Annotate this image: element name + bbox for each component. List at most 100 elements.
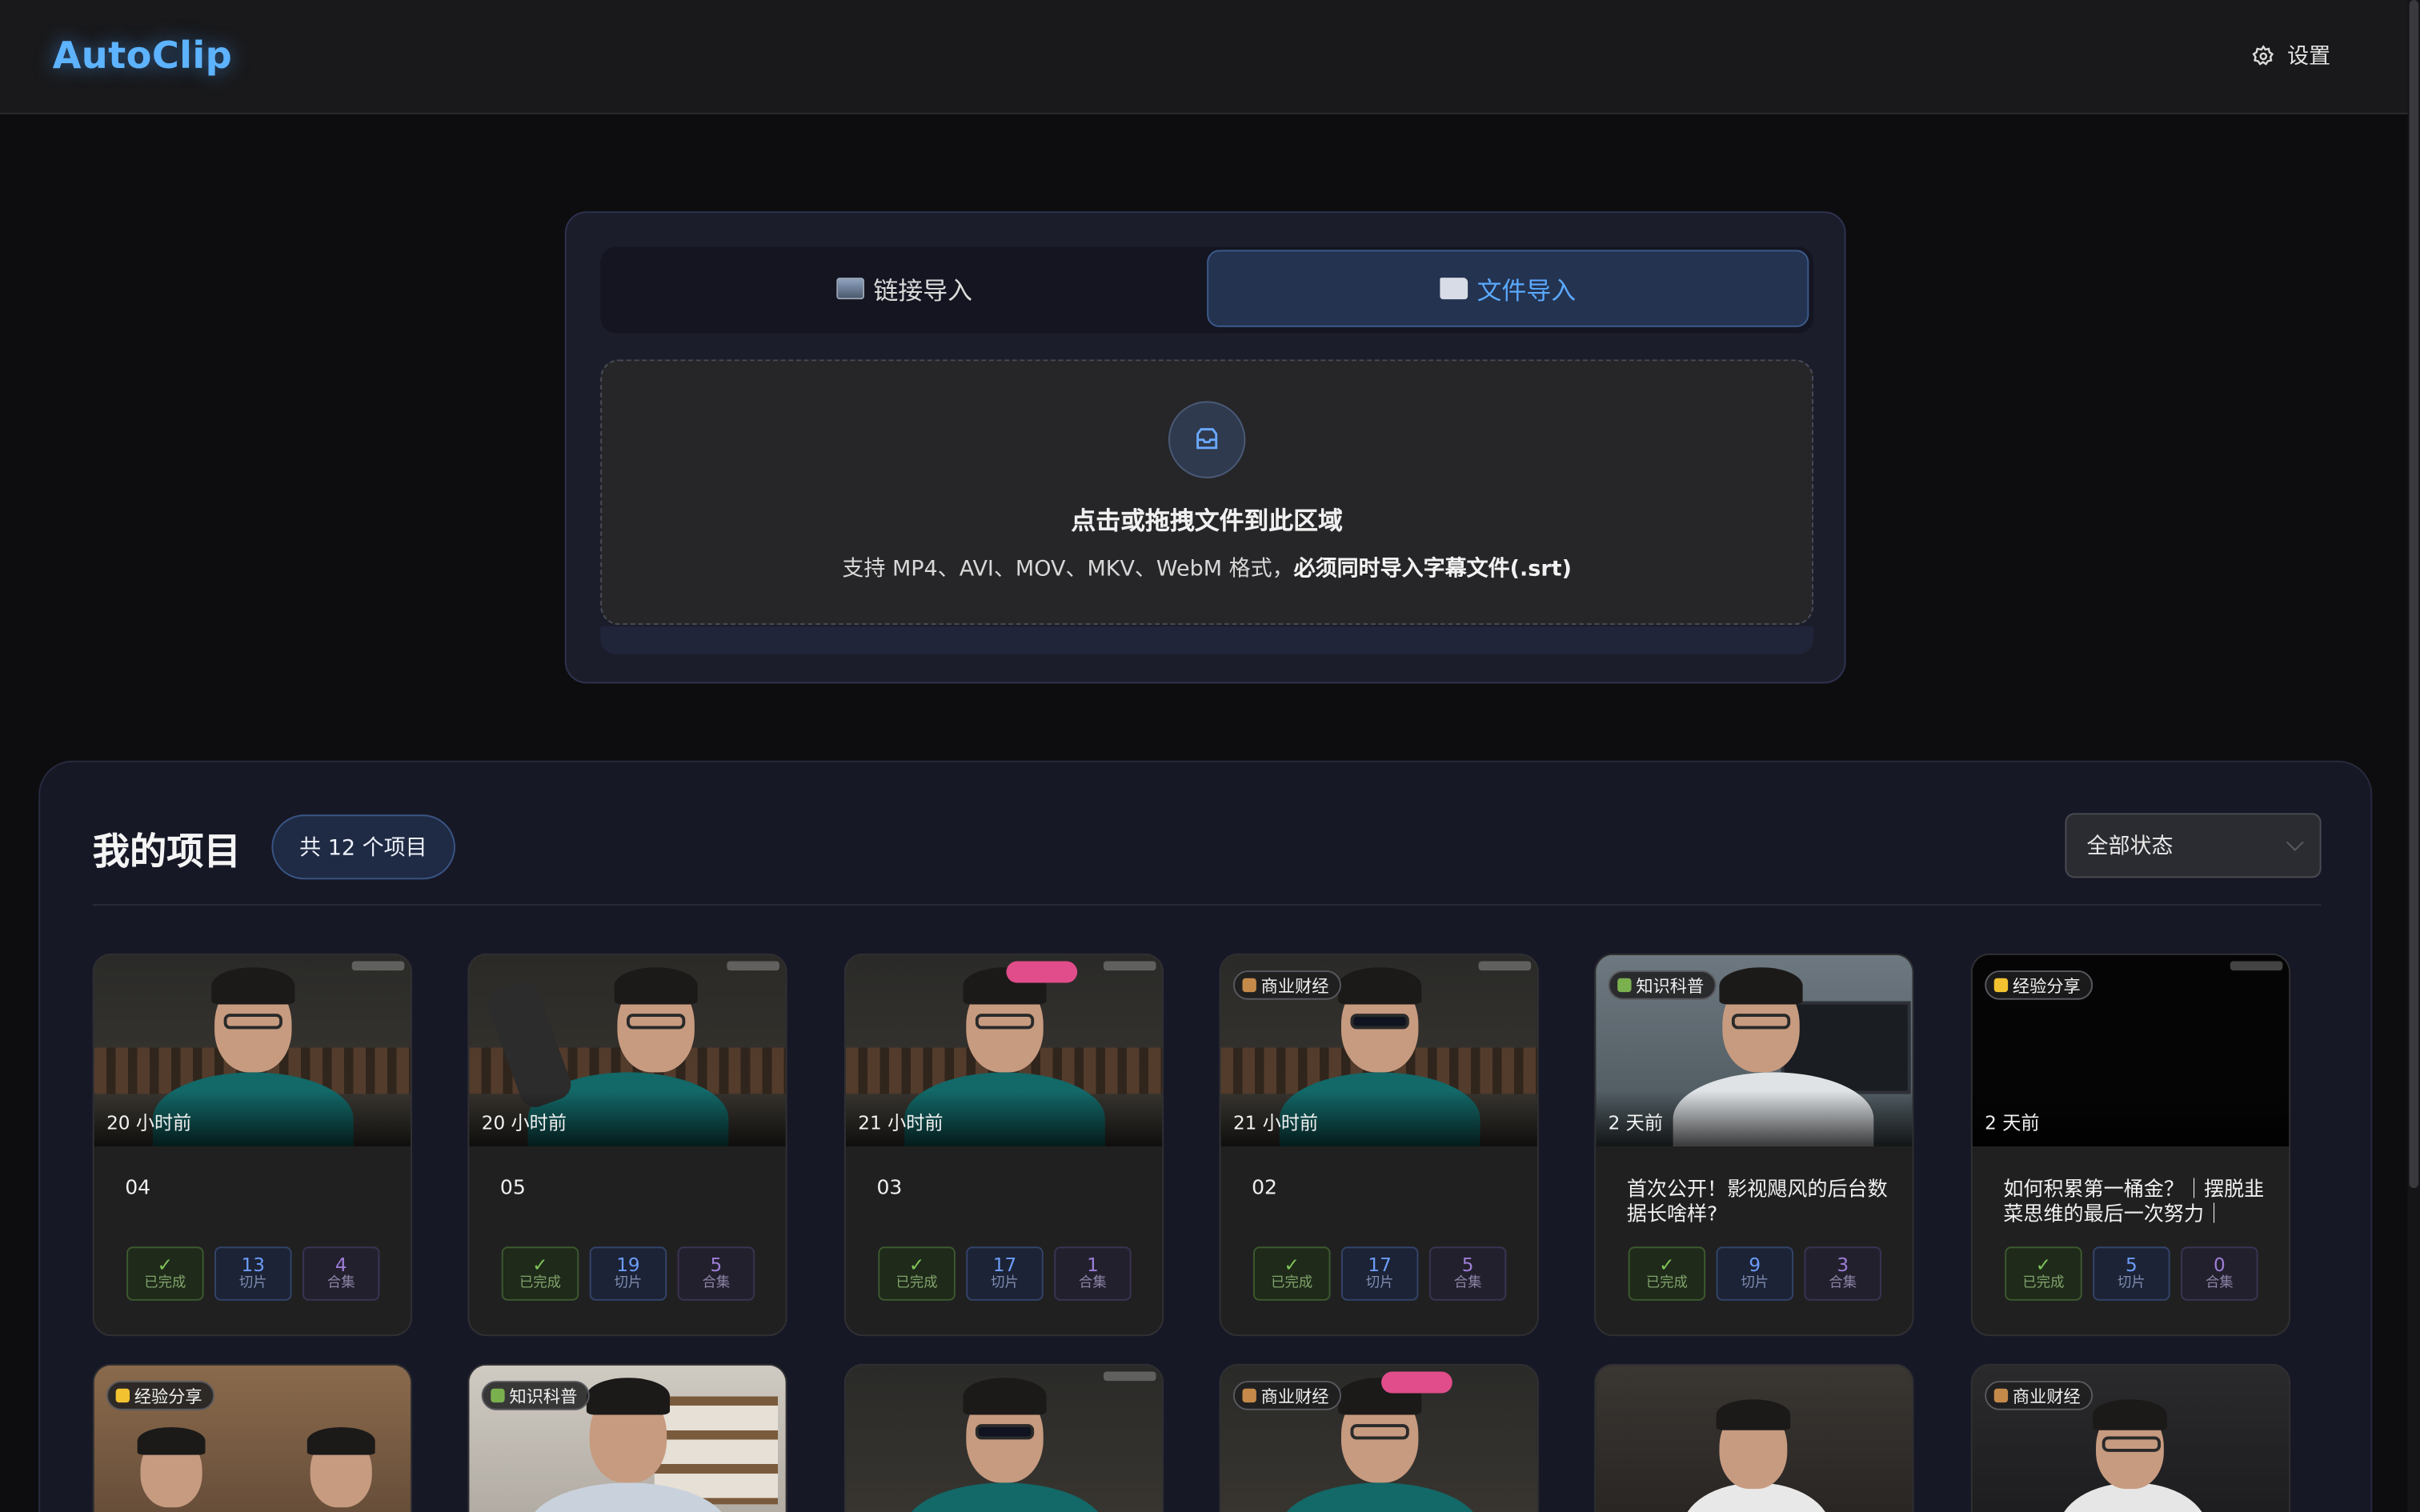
project-card[interactable] xyxy=(1594,1363,1914,1512)
star-icon xyxy=(1993,978,2009,993)
category-tag-label: 商业财经 xyxy=(2012,1386,2081,1406)
project-stats: ✓ 已完成 9 切片 3 合集 xyxy=(1628,1246,1881,1301)
project-card[interactable]: 知识科普 xyxy=(467,1363,787,1512)
category-tag: 商业财经 xyxy=(1232,1381,1341,1410)
category-tag: 经验分享 xyxy=(1985,970,2093,1000)
project-time: 20 小时前 xyxy=(481,1112,567,1134)
category-tag: 经验分享 xyxy=(106,1381,215,1410)
project-card[interactable]: 经验分享 2 天前 如何积累第一桶金？｜摆脱韭菜思维的最后一次努力｜ ✓ 已完成 … xyxy=(1970,953,2291,1337)
category-tag-label: 知识科普 xyxy=(509,1386,578,1406)
projects-section: 我的项目 共 12 个项目 全部状态 20 小时前 04 ✓ 已完成 13 切片 4… xyxy=(38,760,2373,1512)
collections-count-badge: 0 合集 xyxy=(2181,1246,2258,1301)
collections-label: 合集 xyxy=(2205,1274,2234,1291)
check-icon: ✓ xyxy=(1659,1253,1675,1275)
project-time: 21 小时前 xyxy=(1232,1112,1319,1134)
project-thumbnail xyxy=(845,1365,1163,1512)
project-card[interactable]: 经验分享 xyxy=(92,1363,412,1512)
scrollbar-thumb[interactable] xyxy=(2409,0,2419,1189)
page-scrollbar[interactable] xyxy=(2407,0,2420,1512)
project-title: 05 xyxy=(499,1177,526,1201)
books-icon xyxy=(491,1388,505,1403)
status-label: 已完成 xyxy=(144,1274,186,1291)
collections-count: 0 xyxy=(2213,1253,2226,1275)
project-stats: ✓ 已完成 17 切片 1 合集 xyxy=(878,1246,1132,1301)
project-card[interactable]: 20 小时前 04 ✓ 已完成 13 切片 4 合集 xyxy=(92,953,412,1337)
clips-count-badge: 5 切片 xyxy=(2093,1246,2170,1301)
status-done-badge: ✓ 已完成 xyxy=(501,1246,579,1301)
chevron-down-icon xyxy=(2286,834,2304,851)
clips-count-badge: 19 切片 xyxy=(589,1246,667,1301)
clips-label: 切片 xyxy=(1741,1274,1769,1291)
category-tag: 商业财经 xyxy=(1985,1381,2093,1410)
status-done-badge: ✓ 已完成 xyxy=(126,1246,204,1301)
television-icon xyxy=(836,278,864,300)
tab-file-import[interactable]: 文件导入 xyxy=(1207,250,1809,327)
tab-link-import[interactable]: 链接导入 xyxy=(603,250,1205,326)
dropzone-title: 点击或拖拽文件到此区域 xyxy=(1071,506,1343,536)
status-done-badge: ✓ 已完成 xyxy=(2005,1246,2082,1301)
project-card[interactable]: 商业财经 xyxy=(1219,1363,1539,1512)
status-done-badge: ✓ 已完成 xyxy=(1253,1246,1331,1301)
project-card[interactable]: 商业财经 21 小时前 02 ✓ 已完成 17 切片 5 合集 xyxy=(1219,953,1539,1337)
project-thumbnail: 商业财经 xyxy=(1220,1365,1537,1512)
collections-count: 3 xyxy=(1837,1253,1849,1275)
tab-file-import-label: 文件导入 xyxy=(1476,276,1577,306)
project-count-badge: 共 12 个项目 xyxy=(271,814,455,880)
collections-count: 4 xyxy=(335,1253,347,1275)
project-title: 如何积累第一桶金？｜摆脱韭菜思维的最后一次努力｜ xyxy=(2003,1178,2265,1227)
collections-count-badge: 3 合集 xyxy=(1804,1246,1881,1301)
project-time: 21 小时前 xyxy=(858,1112,944,1134)
collections-label: 合集 xyxy=(1829,1274,1857,1291)
project-card[interactable] xyxy=(843,1363,1164,1512)
file-dropzone[interactable]: 点击或拖拽文件到此区域 支持 MP4、AVI、MOV、MKV、WebM 格式，必… xyxy=(600,359,1814,626)
clips-label: 切片 xyxy=(614,1274,643,1291)
project-thumbnail: 商业财经 xyxy=(1972,1365,2290,1512)
project-thumbnail: 知识科普 xyxy=(469,1365,786,1512)
category-tag-label: 经验分享 xyxy=(2012,975,2081,996)
briefcase-icon xyxy=(1993,1388,2009,1403)
collections-count: 5 xyxy=(710,1253,723,1275)
status-filter-select[interactable]: 全部状态 xyxy=(2065,813,2322,878)
collections-count: 1 xyxy=(1087,1253,1099,1275)
settings-button[interactable]: 设置 xyxy=(2252,40,2330,71)
project-card[interactable]: 20 小时前 05 ✓ 已完成 19 切片 5 合集 xyxy=(467,953,787,1337)
project-card[interactable]: 知识科普 2 天前 首次公开！影视飓风的后台数据长啥样? ✓ 已完成 9 切片 3合… xyxy=(1594,953,1914,1337)
category-tag: 知识科普 xyxy=(481,1381,590,1410)
project-thumbnail: 21 小时前 xyxy=(845,954,1163,1146)
status-label: 已完成 xyxy=(519,1274,562,1291)
status-label: 已完成 xyxy=(895,1274,938,1291)
books-icon xyxy=(1617,978,1632,993)
gear-icon xyxy=(2252,44,2274,65)
project-thumbnail: 知识科普 2 天前 xyxy=(1596,954,1913,1146)
project-stats: ✓ 已完成 17 切片 5 合集 xyxy=(1253,1246,1507,1301)
check-icon: ✓ xyxy=(532,1253,548,1275)
category-tag-label: 商业财经 xyxy=(1260,1386,1329,1406)
category-tag-label: 经验分享 xyxy=(134,1386,202,1406)
project-card[interactable]: 商业财经 xyxy=(1970,1363,2291,1512)
category-tag-label: 知识科普 xyxy=(1636,975,1705,996)
clips-count: 9 xyxy=(1749,1253,1761,1275)
app-logo[interactable]: AutoClip xyxy=(53,34,233,77)
collections-label: 合集 xyxy=(702,1274,731,1291)
project-thumbnail: 商业财经 21 小时前 xyxy=(1220,954,1537,1146)
clips-count: 13 xyxy=(241,1253,266,1275)
check-icon: ✓ xyxy=(908,1253,925,1275)
briefcase-icon xyxy=(1242,978,1256,993)
clips-count-badge: 13 切片 xyxy=(214,1246,292,1301)
project-thumbnail: 经验分享 xyxy=(94,1365,411,1512)
check-icon: ✓ xyxy=(2035,1253,2052,1275)
collections-count-badge: 4 合集 xyxy=(302,1246,380,1301)
status-label: 已完成 xyxy=(1645,1274,1688,1291)
project-stats: ✓ 已完成 19 切片 5 合集 xyxy=(501,1246,755,1301)
project-time: 20 小时前 xyxy=(106,1112,192,1134)
project-card[interactable]: 21 小时前 03 ✓ 已完成 17 切片 1 合集 xyxy=(843,953,1164,1337)
projects-title: 我的项目 xyxy=(92,830,241,874)
clips-count-badge: 17 切片 xyxy=(966,1246,1044,1301)
clips-count: 5 xyxy=(2126,1253,2138,1275)
briefcase-icon xyxy=(1242,1388,1256,1403)
section-divider xyxy=(92,904,2322,906)
project-thumbnail: 20 小时前 xyxy=(94,954,411,1146)
category-tag: 知识科普 xyxy=(1608,970,1717,1000)
clips-count: 17 xyxy=(1368,1253,1392,1275)
tab-link-import-label: 链接导入 xyxy=(873,276,973,306)
